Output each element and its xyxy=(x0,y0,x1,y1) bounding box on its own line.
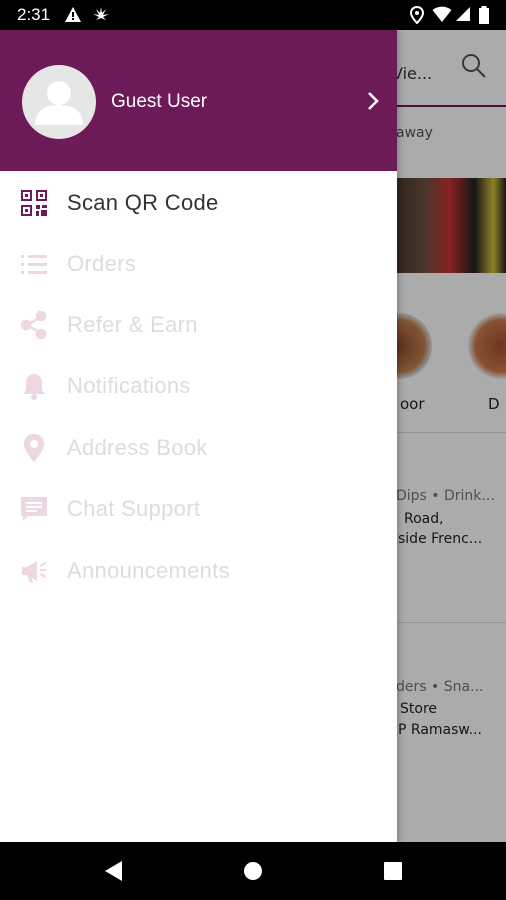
battery-icon xyxy=(479,6,489,24)
menu-item-refer-earn[interactable]: Refer & Earn xyxy=(0,295,397,356)
navigation-drawer: Guest User Scan QR Code Orders Refer & E… xyxy=(0,30,397,842)
megaphone-icon xyxy=(22,561,46,583)
status-time: 2:31 xyxy=(17,5,51,24)
bell-icon xyxy=(23,374,45,400)
list-icon xyxy=(21,255,47,274)
drawer-header[interactable]: Guest User xyxy=(0,30,397,171)
status-bar: 2:31 xyxy=(0,0,506,30)
user-avatar-icon xyxy=(35,81,83,125)
avatar xyxy=(22,65,96,139)
qr-code-icon xyxy=(21,190,47,216)
menu-item-chat-support[interactable]: Chat Support xyxy=(0,479,397,540)
location-icon xyxy=(410,6,424,24)
menu-item-label: Scan QR Code xyxy=(67,190,219,215)
user-name: Guest User xyxy=(111,91,208,112)
system-nav-bar xyxy=(0,842,506,900)
cannabis-icon xyxy=(93,7,109,20)
menu-item-label: Refer & Earn xyxy=(67,312,198,337)
chat-icon xyxy=(21,497,47,521)
chevron-right-icon[interactable] xyxy=(365,90,381,112)
warning-icon xyxy=(65,7,81,22)
menu-item-label: Orders xyxy=(67,251,137,276)
recents-icon[interactable] xyxy=(384,862,402,880)
menu-item-orders[interactable]: Orders xyxy=(0,234,397,295)
menu-item-address-book[interactable]: Address Book xyxy=(0,418,397,479)
menu-item-label: Address Book xyxy=(67,435,208,460)
signal-icon xyxy=(456,7,470,21)
menu-item-scan-qr-code[interactable]: Scan QR Code xyxy=(0,173,397,234)
wifi-icon xyxy=(432,6,452,22)
share-icon xyxy=(20,310,47,340)
location-pin-icon xyxy=(24,434,44,462)
menu-item-label: Announcements xyxy=(67,558,230,583)
menu-item-label: Chat Support xyxy=(67,496,201,521)
menu-item-notifications[interactable]: Notifications xyxy=(0,356,397,417)
home-icon[interactable] xyxy=(243,861,263,881)
back-icon[interactable] xyxy=(102,859,124,883)
menu-item-announcements[interactable]: Announcements xyxy=(0,541,397,602)
menu-item-label: Notifications xyxy=(67,373,191,398)
